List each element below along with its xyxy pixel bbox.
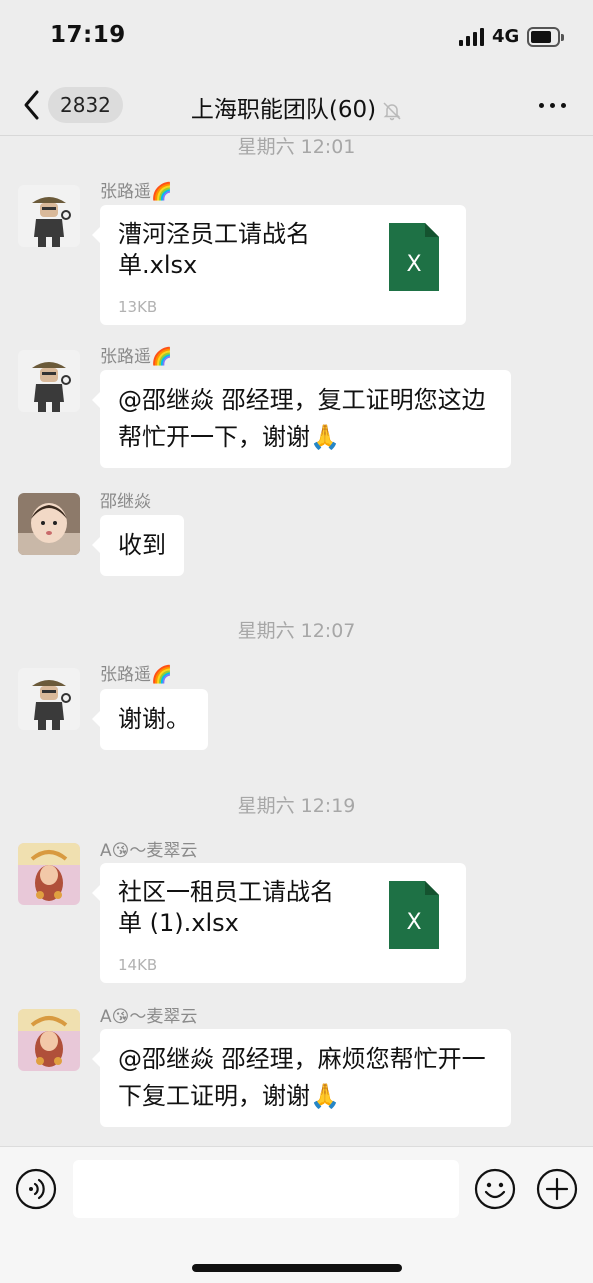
message-text: @邵继焱 邵经理，麻烦您帮忙开一下复工证明，谢谢🙏 — [118, 1045, 486, 1110]
avatar-image-mai — [18, 843, 80, 905]
home-indicator[interactable] — [192, 1264, 402, 1272]
file-size: 14KB — [118, 956, 158, 974]
text-message-bubble[interactable]: @邵继焱 邵经理，复工证明您这边帮忙开一下，谢谢🙏 — [92, 370, 511, 468]
smiley-icon — [474, 1168, 516, 1210]
message-text: 收到 — [118, 531, 166, 559]
message-text: 谢谢。 — [118, 705, 190, 733]
more-functions-button[interactable] — [536, 1168, 578, 1210]
network-type: 4G — [492, 26, 520, 47]
battery-icon — [527, 27, 564, 47]
file-message-bubble[interactable]: 社区一租员工请战名单 (1).xlsx 14KB X — [92, 863, 466, 983]
sender-name: 张路遥🌈 — [100, 182, 173, 202]
sender-name: A😘～麦翠云 — [100, 1007, 198, 1027]
chat-title-text: 上海职能团队(60) — [190, 97, 377, 123]
battery-fill — [531, 31, 551, 43]
avatar-image-zhang — [18, 350, 80, 412]
timestamp: 星期六 12:01 — [237, 136, 356, 158]
avatar-image-mai — [18, 1009, 80, 1071]
text-message-bubble[interactable]: 谢谢。 — [92, 689, 208, 750]
text-message-bubble[interactable]: @邵继焱 邵经理，麻烦您帮忙开一下复工证明，谢谢🙏 — [92, 1029, 511, 1127]
avatar-zhang[interactable] — [18, 185, 80, 247]
excel-file-icon: X — [389, 223, 439, 291]
voice-input-button[interactable] — [15, 1168, 57, 1210]
svg-text:X: X — [406, 910, 421, 935]
sender-name: 邵继焱 — [100, 492, 151, 512]
plus-icon — [536, 1168, 578, 1210]
more-options-button[interactable] — [537, 92, 567, 118]
chat-message-list[interactable]: 星期六 12:01 张路遥🌈 漕河泾员工请战名单.xlsx 13KB X 张路遥… — [0, 136, 593, 1146]
avatar-zhang[interactable] — [18, 350, 80, 412]
avatar-mai[interactable] — [18, 1009, 80, 1071]
file-name: 漕河泾员工请战名单.xlsx — [118, 220, 310, 279]
chat-title[interactable]: 上海职能团队(60) — [0, 90, 593, 124]
file-size: 13KB — [118, 298, 158, 316]
emoji-button[interactable] — [474, 1168, 516, 1210]
mute-bell-icon — [383, 101, 401, 120]
sender-name: 张路遥🌈 — [100, 347, 173, 367]
timestamp: 星期六 12:07 — [237, 620, 356, 642]
message-text: @邵继焱 邵经理，复工证明您这边帮忙开一下，谢谢🙏 — [118, 386, 486, 451]
excel-file-icon: X — [389, 881, 439, 949]
file-name: 社区一租员工请战名单 (1).xlsx — [118, 878, 334, 937]
status-time: 17:19 — [50, 22, 126, 48]
sender-name: A😘～麦翠云 — [100, 841, 198, 861]
timestamp: 星期六 12:19 — [237, 795, 356, 817]
sender-name: 张路遥🌈 — [100, 665, 173, 685]
status-bar: 17:19 4G — [0, 0, 593, 76]
text-message-bubble[interactable]: 收到 — [92, 515, 184, 576]
avatar-zhang[interactable] — [18, 668, 80, 730]
message-input[interactable] — [73, 1160, 459, 1218]
voice-icon — [15, 1168, 57, 1210]
signal-icon — [459, 28, 487, 46]
svg-text:X: X — [406, 252, 421, 277]
avatar-mai[interactable] — [18, 843, 80, 905]
file-message-bubble[interactable]: 漕河泾员工请战名单.xlsx 13KB X — [92, 205, 466, 325]
avatar-image-zhang — [18, 185, 80, 247]
avatar-image-zhang — [18, 668, 80, 730]
input-bar — [0, 1146, 593, 1283]
avatar-shao[interactable] — [18, 493, 80, 555]
avatar-image-shao — [18, 493, 80, 555]
nav-bar: 2832 上海职能团队(60) — [0, 76, 593, 136]
